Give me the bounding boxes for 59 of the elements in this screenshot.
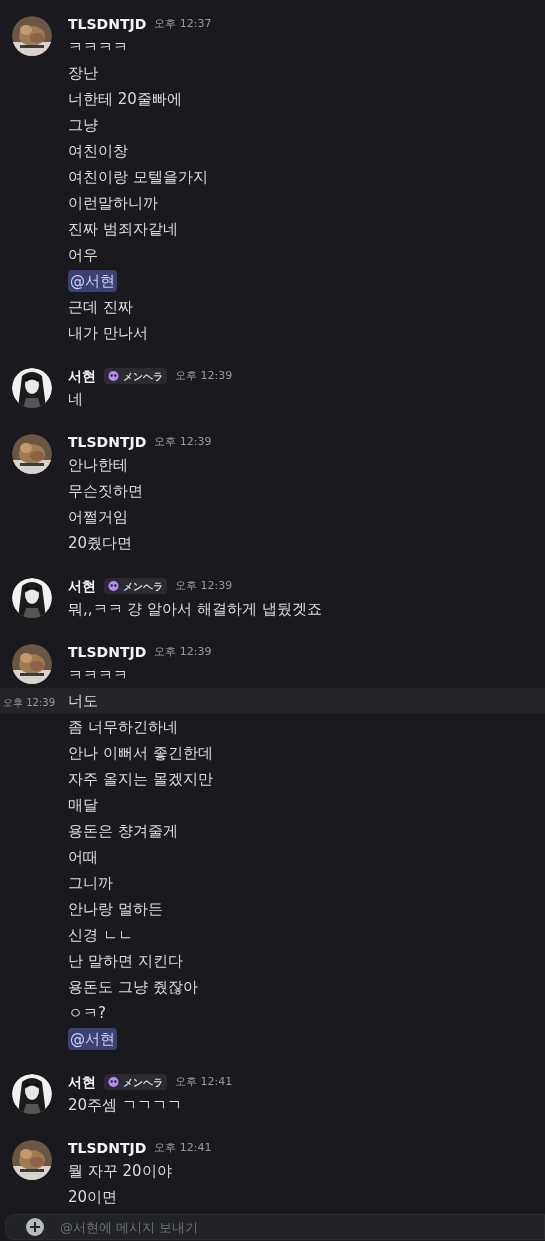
message-text: 20주셈 ㄱㄱㄱㄱ (68, 1094, 182, 1116)
message-text: 안나랑 멀하든 (68, 898, 163, 920)
message-text: ㅋㅋㅋㅋ (68, 664, 128, 686)
timestamp: 오후 12:41 (175, 1073, 233, 1090)
mention[interactable]: @서현 (68, 269, 117, 293)
message-text: 그니까 (68, 872, 113, 894)
message-text: 어우 (68, 244, 98, 266)
plus-icon[interactable] (26, 1218, 44, 1236)
message-text: ㅇㅋ? (68, 1002, 106, 1024)
timestamp: 오후 12:39 (175, 367, 233, 384)
message-text: 좀 너무하긴하네 (68, 716, 178, 738)
author-name[interactable]: 서현 (68, 575, 96, 597)
message-text: 여친이창 (68, 140, 128, 162)
message-text: 안나한테 (68, 454, 128, 476)
message-text: 여친이랑 모텔을가지 (68, 166, 208, 188)
message-text: 내가 만나서 (68, 322, 148, 344)
skull-icon (108, 580, 119, 592)
timestamp: 오후 12:37 (154, 15, 212, 32)
message-text: 신경 ㄴㄴ (68, 924, 133, 946)
message-text: 근데 진짜 (68, 296, 133, 318)
message-text: 너도 (68, 690, 98, 712)
author-name[interactable]: TLSDNTJD (68, 641, 147, 663)
author-name[interactable]: TLSDNTJD (68, 13, 147, 35)
author-name[interactable]: TLSDNTJD (68, 431, 147, 453)
message-text: 자주 올지는 몰겠지만 (68, 768, 213, 790)
timestamp: 오후 12:39 (154, 643, 212, 660)
message-text: 어쩔거임 (68, 506, 128, 528)
message-text: 어때 (68, 846, 98, 868)
role-tag: メンヘラ (104, 368, 167, 384)
message-text: 용돈은 챵겨줄게 (68, 820, 178, 842)
message-text: 20이면 (68, 1186, 118, 1208)
role-tag: メンヘラ (104, 1074, 167, 1090)
message-text: 그냥 (68, 114, 98, 136)
message-text: 네 (68, 388, 83, 410)
mention[interactable]: @서현 (68, 1027, 117, 1051)
timestamp: 오후 12:39 (3, 697, 55, 708)
timestamp: 오후 12:39 (154, 433, 212, 450)
message-text: 뭘 자꾸 20이야 (68, 1160, 172, 1182)
author-name[interactable]: 서현 (68, 1071, 96, 1093)
message-text: 장난 (68, 62, 98, 84)
timestamp: 오후 12:39 (175, 577, 233, 594)
hovered-message-row[interactable]: 오후 12:39 너도 (0, 688, 545, 714)
message-text: 뭐,,ㅋㅋ 걍 알아서 해결하게 냅뒀겟죠 (68, 598, 322, 620)
message-text: 20줬다면 (68, 532, 133, 554)
author-name[interactable]: 서현 (68, 365, 96, 387)
message-text: 무슨짓하면 (68, 480, 143, 502)
message-text: 난 말하면 지킨다 (68, 950, 183, 972)
author-name[interactable]: TLSDNTJD (68, 1137, 147, 1159)
skull-icon (108, 1076, 119, 1088)
message-text: 이런말하니까 (68, 192, 158, 214)
message-text: 진짜 범죄자같네 (68, 218, 178, 240)
skull-icon (108, 370, 119, 382)
message-text: 너한테 20줄빠에 (68, 88, 182, 110)
role-tag: メンヘラ (104, 578, 167, 594)
message-text: 매달 (68, 794, 98, 816)
message-text: 안나 이뻐서 좋긴한데 (68, 742, 213, 764)
message-text: ㅋㅋㅋㅋ (68, 36, 128, 58)
timestamp: 오후 12:41 (154, 1139, 212, 1156)
message-text: 용돈도 그냥 줬잖아 (68, 976, 198, 998)
